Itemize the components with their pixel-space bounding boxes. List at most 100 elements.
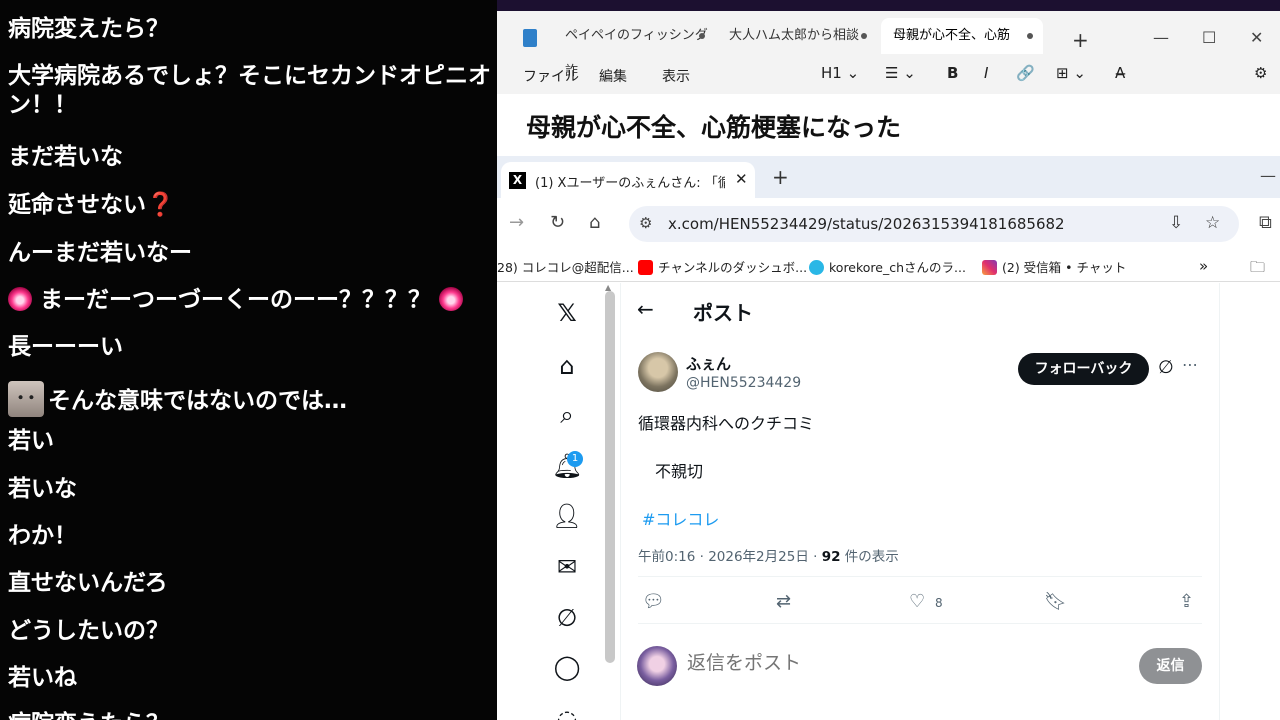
cat-emote-icon bbox=[8, 381, 44, 417]
repost-icon[interactable]: ⇄ bbox=[776, 591, 791, 612]
search-icon[interactable]: ⌕ bbox=[549, 397, 585, 433]
more-bookmarks-icon[interactable]: » bbox=[1199, 257, 1208, 275]
chat-message: 若いね bbox=[8, 665, 77, 691]
more-options-icon[interactable]: ⋯ bbox=[1182, 355, 1198, 374]
notepad-tab-bar: ペイペイのフィッシング詐 大人ハム太郎から相談 母親が心不全、心筋 + — ☐ … bbox=[505, 12, 1280, 79]
browser-tab-bar: X (1) Xユーザーのふぇんさん: 「循環器内科へのクチコミ」 ✕ + — bbox=[497, 156, 1280, 198]
bookmark-site-icon bbox=[809, 260, 824, 275]
settings-gear-icon[interactable]: ⚙ bbox=[1254, 64, 1267, 82]
chat-message: んーまだ若いなー bbox=[8, 240, 192, 266]
notepad-app-icon bbox=[523, 29, 537, 47]
like-heart-icon[interactable]: ♡ bbox=[909, 591, 925, 612]
menu-view[interactable]: 表示 bbox=[662, 66, 690, 86]
notepad-tab-active[interactable]: 母親が心不全、心筋 bbox=[881, 18, 1043, 54]
grok-icon[interactable]: ∅ bbox=[1158, 357, 1174, 378]
clear-format-icon[interactable]: A̶ bbox=[1115, 64, 1125, 82]
link-icon[interactable]: 🔗 bbox=[1016, 64, 1035, 82]
x-logo-icon[interactable]: 𝕏 bbox=[549, 295, 585, 331]
reply-input[interactable] bbox=[687, 652, 1067, 674]
browser-tab-title: (1) Xユーザーのふぇんさん: 「循環器内科へのクチコミ」 bbox=[535, 176, 725, 191]
minimize-icon[interactable]: — bbox=[1153, 28, 1169, 47]
browser-tab-active[interactable]: X (1) Xユーザーのふぇんさん: 「循環器内科へのクチコミ」 ✕ bbox=[501, 162, 755, 198]
tab-close-icon[interactable]: ✕ bbox=[735, 170, 748, 188]
scrollbar-thumb[interactable] bbox=[605, 291, 615, 663]
notepad-tab[interactable]: 大人ハム太郎から相談 bbox=[717, 18, 877, 54]
menu-edit[interactable]: 編集 bbox=[599, 66, 627, 86]
reload-icon[interactable]: ↻ bbox=[550, 212, 565, 233]
chevron-down-icon: ⌄ bbox=[846, 64, 860, 82]
unsaved-dot-icon bbox=[1027, 33, 1033, 39]
my-avatar bbox=[637, 646, 677, 686]
bookmark-item[interactable]: チャンネルのダッシュボ... bbox=[638, 257, 807, 276]
views-label: 件の表示 bbox=[840, 549, 899, 565]
share-icon[interactable]: ⇪ bbox=[1179, 591, 1194, 612]
x-post-column: ← ポスト ふぇん @HEN55234429 フォローバック ∅ ⋯ 循環器内科… bbox=[620, 283, 1220, 720]
back-arrow-icon[interactable]: ← bbox=[637, 297, 654, 321]
address-bar[interactable]: ⚙ x.com/HEN55234429/status/2026315394181… bbox=[629, 206, 1239, 242]
forward-icon[interactable]: → bbox=[509, 212, 524, 233]
new-tab-button[interactable]: + bbox=[772, 165, 789, 189]
chat-message: 延命させない❓ bbox=[8, 191, 175, 220]
bookmark-item[interactable]: (2) 受信箱 • チャット bbox=[982, 257, 1126, 276]
new-tab-button[interactable]: + bbox=[1072, 28, 1089, 52]
list-dropdown[interactable]: ☰ ⌄ bbox=[885, 64, 916, 82]
bookmarks-bar: 28) コレコレ@超配信... チャンネルのダッシュボ... korekore_… bbox=[497, 248, 1280, 282]
chat-message-text: そんな意味ではないのでは… bbox=[48, 388, 347, 414]
post-timestamp[interactable]: 午前0:16 · 2026年2月25日 · bbox=[638, 549, 822, 565]
chat-message: 若い bbox=[8, 428, 54, 454]
hashtag-link[interactable]: #コレコレ bbox=[642, 506, 719, 530]
table-dropdown[interactable]: ⊞ ⌄ bbox=[1056, 64, 1086, 82]
chat-message-text: まーだーつーづーくーのーー？？？？ bbox=[40, 287, 432, 313]
site-info-icon[interactable]: ⚙ bbox=[639, 214, 652, 232]
chat-message: わか！ bbox=[8, 523, 77, 549]
chat-message: 病院変えたら？ bbox=[8, 16, 169, 42]
notepad-tab-label: 大人ハム太郎から相談 bbox=[729, 28, 860, 43]
browser-window: X (1) Xユーザーのふぇんさん: 「循環器内科へのクチコミ」 ✕ + — →… bbox=[497, 156, 1280, 720]
reply-icon[interactable]: 💬︎ bbox=[642, 591, 665, 612]
bookmark-star-icon[interactable]: ☆ bbox=[1205, 213, 1220, 233]
address-url: x.com/HEN55234429/status/202631539418168… bbox=[668, 215, 1065, 233]
close-icon[interactable]: ✕ bbox=[1250, 28, 1263, 47]
list-icon: ☰ bbox=[885, 64, 899, 82]
profile-icon[interactable]: ◯ bbox=[549, 649, 585, 685]
maximize-icon[interactable]: ☐ bbox=[1202, 28, 1216, 47]
minimize-icon[interactable]: — bbox=[1260, 166, 1276, 185]
menu-file[interactable]: ファイル bbox=[523, 66, 579, 86]
question-emoji-icon: ❓ bbox=[146, 192, 175, 218]
folder-icon[interactable]: 🗀 bbox=[1250, 257, 1265, 282]
home-icon[interactable]: ⌂ bbox=[589, 212, 600, 233]
notepad-menubar: ファイル 編集 表示 H1 ⌄ ☰ ⌄ B I 🔗 ⊞ ⌄ A̶ ⚙ bbox=[497, 58, 1280, 92]
chat-message: 病院変えたら？ bbox=[8, 710, 169, 720]
post-meta: 午前0:16 · 2026年2月25日 · 92 件の表示 bbox=[638, 545, 899, 565]
heading-dropdown[interactable]: H1 ⌄ bbox=[821, 64, 859, 82]
follow-back-button[interactable]: フォローバック bbox=[1018, 353, 1149, 385]
bookmark-item[interactable]: korekore_chさんのラ... bbox=[809, 257, 966, 276]
install-app-icon[interactable]: ⇩ bbox=[1169, 213, 1183, 233]
reply-button[interactable]: 返信 bbox=[1139, 648, 1202, 684]
follow-people-icon[interactable]: 👤︎ bbox=[549, 498, 585, 534]
grok-icon[interactable]: ∅ bbox=[549, 600, 585, 636]
bookmark-label: korekore_chさんのラ... bbox=[829, 260, 966, 275]
author-handle[interactable]: @HEN55234429 bbox=[686, 375, 801, 391]
notepad-tab[interactable]: ペイペイのフィッシング詐 bbox=[553, 18, 715, 79]
bookmark-label: (2) 受信箱 • チャット bbox=[1002, 260, 1127, 275]
bookmark-icon[interactable]: 🔖︎ bbox=[1044, 591, 1067, 612]
home-icon[interactable]: ⌂ bbox=[549, 348, 585, 384]
bold-button[interactable]: B bbox=[947, 64, 958, 82]
chat-message: 若いな bbox=[8, 476, 77, 502]
notepad-window: ペイペイのフィッシング詐 大人ハム太郎から相談 母親が心不全、心筋 + — ☐ … bbox=[497, 0, 1280, 156]
messages-envelope-icon[interactable]: ✉ bbox=[549, 549, 585, 585]
fire-emote-icon bbox=[439, 287, 464, 311]
x-sidebar-nav: 𝕏 ⌂ ⌕ 🔔︎ 1 👤︎ ✉ ∅ ◯ ◌ bbox=[541, 283, 593, 720]
italic-button[interactable]: I bbox=[984, 64, 988, 82]
extensions-icon[interactable]: ⧉ bbox=[1259, 212, 1272, 233]
chevron-down-icon: ⌄ bbox=[1073, 64, 1086, 82]
page-title: ポスト bbox=[693, 301, 753, 325]
more-circle-icon[interactable]: ◌ bbox=[549, 701, 585, 720]
author-avatar[interactable] bbox=[638, 352, 678, 392]
chat-message: 直せないんだろ bbox=[8, 570, 168, 596]
author-name[interactable]: ふぇん bbox=[686, 353, 731, 374]
heading-label: H1 bbox=[821, 64, 842, 82]
bookmark-item[interactable]: 28) コレコレ@超配信... bbox=[497, 257, 634, 276]
notepad-document[interactable]: 母親が心不全、心筋梗塞になった bbox=[497, 94, 1280, 156]
